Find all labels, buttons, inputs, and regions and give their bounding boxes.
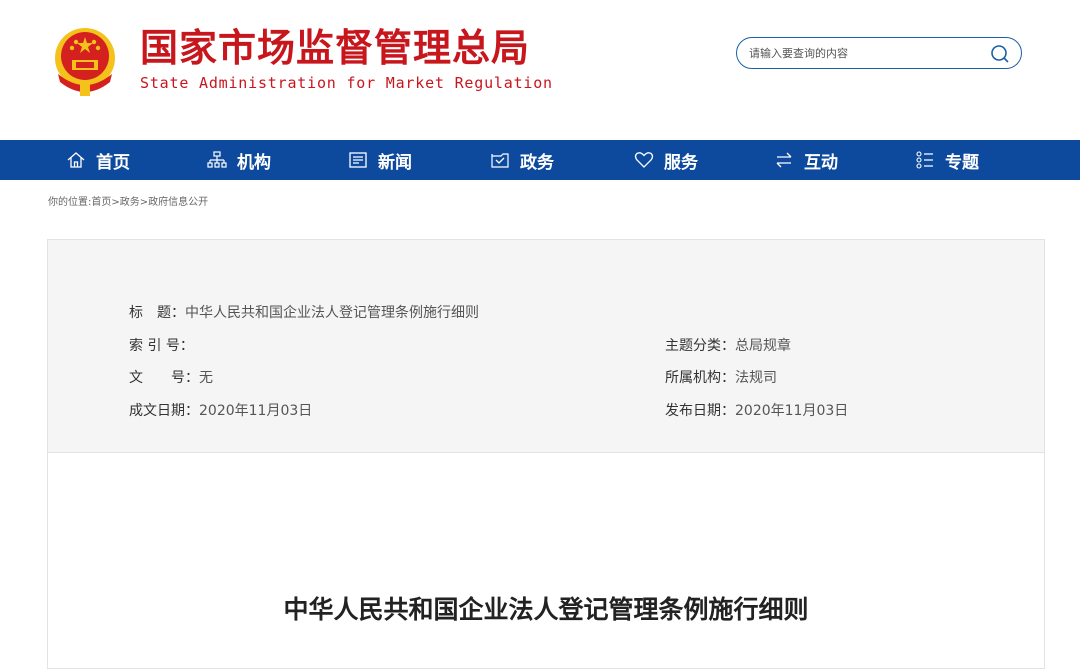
site-header: 国家市场监督管理总局 State Administration for Mark… [0, 0, 1080, 140]
nav-label: 服务 [664, 152, 698, 173]
document-meta-panel: 标 题：中华人民共和国企业法人登记管理条例施行细则 索 引 号： 文 号：无 成… [48, 240, 1044, 453]
nav-item-news[interactable]: 新闻 [348, 140, 412, 180]
meta-publish-row: 发布日期：2020年11月03日 [665, 402, 848, 420]
search-box [736, 37, 1022, 69]
search-icon[interactable] [989, 43, 1011, 65]
government-affairs-icon [491, 153, 509, 168]
meta-title-label: 标 题： [129, 305, 185, 321]
meta-category-label: 主题分类： [665, 338, 735, 354]
meta-publish-label: 发布日期： [665, 403, 735, 419]
news-icon [349, 152, 367, 168]
nav-label: 互动 [804, 152, 838, 173]
exchange-arrows-icon [776, 152, 792, 168]
meta-title-row: 标 题：中华人民共和国企业法人登记管理条例施行细则 [129, 304, 479, 322]
site-title-en: State Administration for Market Regulati… [140, 74, 553, 92]
main-nav: 首页 机构 新闻 政务 服务 互动 专题 [0, 140, 1080, 180]
meta-org-label: 所属机构： [665, 370, 735, 386]
meta-title-value: 中华人民共和国企业法人登记管理条例施行细则 [185, 305, 479, 321]
meta-docno-value: 无 [199, 370, 213, 386]
topics-list-icon [916, 151, 933, 169]
site-title-cn[interactable]: 国家市场监督管理总局 [140, 28, 530, 68]
meta-docno-label: 文 号： [129, 370, 199, 386]
nav-label: 专题 [945, 152, 979, 173]
meta-date-label: 成文日期： [129, 403, 199, 419]
national-emblem-icon[interactable] [50, 24, 120, 98]
nav-item-org[interactable]: 机构 [207, 140, 271, 180]
nav-item-service[interactable]: 服务 [634, 140, 698, 180]
search-input[interactable] [749, 44, 979, 62]
nav-label: 首页 [96, 152, 130, 173]
document-title: 中华人民共和国企业法人登记管理条例施行细则 [283, 595, 809, 624]
meta-docno-row: 文 号：无 [129, 369, 213, 387]
meta-category-value: 总局规章 [735, 338, 791, 354]
nav-label: 政务 [520, 152, 554, 173]
meta-date-value: 2020年11月03日 [199, 403, 313, 419]
meta-org-value: 法规司 [735, 370, 777, 386]
breadcrumb-prefix: 你的位置: [48, 197, 92, 208]
nav-label: 机构 [237, 152, 271, 173]
nav-item-home[interactable]: 首页 [66, 140, 130, 180]
heart-icon [634, 152, 654, 168]
breadcrumb-sep: > [139, 197, 149, 208]
document-card: 标 题：中华人民共和国企业法人登记管理条例施行细则 索 引 号： 文 号：无 成… [47, 239, 1045, 669]
breadcrumb-home[interactable]: 首页 [91, 197, 111, 208]
org-chart-icon [207, 151, 227, 168]
nav-item-affairs[interactable]: 政务 [490, 140, 554, 180]
meta-index-label: 索 引 号： [129, 338, 194, 354]
home-icon [67, 152, 85, 168]
nav-label: 新闻 [378, 152, 412, 173]
meta-index-row: 索 引 号： [129, 337, 194, 355]
meta-org-row: 所属机构：法规司 [665, 369, 777, 387]
breadcrumb-affairs[interactable]: 政务 [120, 197, 140, 208]
meta-category-row: 主题分类：总局规章 [665, 337, 791, 355]
breadcrumb-gov-info[interactable]: 政府信息公开 [148, 197, 208, 208]
breadcrumb: 你的位置:首页>政务>政府信息公开 [48, 193, 208, 208]
nav-item-topics[interactable]: 专题 [915, 140, 979, 180]
meta-date-row: 成文日期：2020年11月03日 [129, 402, 312, 420]
breadcrumb-sep: > [111, 197, 120, 208]
nav-item-interaction[interactable]: 互动 [774, 140, 838, 180]
meta-publish-value: 2020年11月03日 [735, 403, 849, 419]
